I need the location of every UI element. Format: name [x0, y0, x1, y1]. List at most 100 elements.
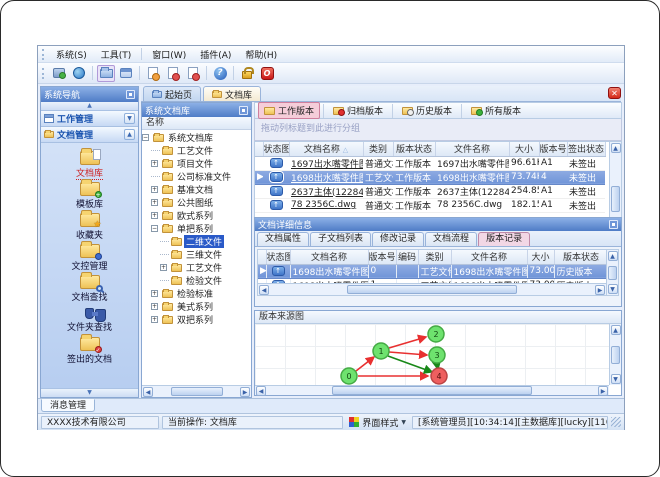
close-tab-icon[interactable]: ✕ [608, 87, 621, 99]
column-header-category[interactable]: 类别 [418, 250, 452, 265]
table-row[interactable]: ↑ 2637主体(12284).dwg 普通文档 工作版本 2637主体(122… [255, 184, 605, 199]
scroll-up-icon[interactable]: ▲ [610, 325, 621, 335]
drag-grip[interactable] [42, 48, 45, 60]
scrollbar-thumb[interactable] [170, 387, 223, 396]
menu-tools[interactable]: 工具(T) [94, 47, 139, 62]
message-manager-tab[interactable]: 消息管理 [41, 399, 96, 412]
scroll-left-icon[interactable]: ◀ [256, 385, 266, 396]
working-version-button[interactable]: 工作版本 [258, 102, 321, 119]
sidebar-item-checked-out-docs[interactable]: ✓ 签出的文档 [45, 334, 135, 366]
chevron-up-icon[interactable]: ▲ [124, 129, 135, 140]
tree-node[interactable]: + 工艺文件 [142, 261, 251, 274]
expand-icon[interactable]: + [151, 186, 158, 193]
scroll-right-icon[interactable]: ▶ [240, 386, 250, 397]
column-header-version-state[interactable]: 版本状态 [554, 250, 609, 265]
tree-column-header[interactable]: 名称 [142, 117, 251, 130]
tree-node[interactable]: − 系统文档库 [142, 131, 251, 144]
globe-icon[interactable] [70, 65, 88, 82]
tree-node[interactable]: + 检验标准 [142, 287, 251, 300]
menu-help[interactable]: 帮助(H) [238, 47, 284, 62]
tab-doc-properties[interactable]: 文档属性 [257, 232, 310, 246]
tab-document-library[interactable]: 文档库 [203, 86, 262, 101]
tree-horizontal-scrollbar[interactable]: ◀ ▶ [142, 385, 251, 397]
collapse-icon[interactable]: − [151, 225, 158, 232]
scrollbar-thumb[interactable] [347, 285, 517, 294]
sidebar-item-doc-search[interactable]: 文档查找 [45, 272, 135, 304]
table-row[interactable]: ↑ 1697出水嘴零件图.dwg 普通文档 工作版本 1697出水嘴零件图.dw… [255, 156, 605, 171]
scroll-down-icon[interactable]: ▼ [610, 374, 621, 384]
expand-icon[interactable]: + [151, 316, 158, 323]
resize-grip[interactable] [611, 417, 621, 427]
folder-open-icon[interactable] [97, 64, 115, 82]
column-header-category[interactable]: 类别 [363, 142, 394, 157]
column-header-status[interactable]: 状态图 [263, 142, 290, 157]
scrollbar-thumb[interactable] [611, 186, 620, 212]
tab-start-page[interactable]: 起始页 [143, 86, 202, 101]
tree-node[interactable]: + 基准文档 [142, 183, 251, 196]
column-header-filename[interactable]: 文件名称 [451, 250, 528, 265]
table-row-selected[interactable]: ▶↑ 1698出水嘴零件图.dwg 工艺文件 工作版本 1698出水嘴零件图.d… [255, 170, 605, 185]
column-header-code[interactable]: 编码 [396, 250, 419, 265]
tree-node[interactable]: + 双把系列 [142, 313, 251, 326]
table-row[interactable]: ↑ 78 2356C.dwg 普通文档 工作版本 78 2356C.dwg 18… [255, 198, 605, 213]
help-icon[interactable]: ? [211, 65, 229, 82]
tree-node[interactable]: − 单把系列 [142, 222, 251, 235]
window-panel-icon[interactable] [117, 65, 135, 82]
scroll-down-icon[interactable]: ▼ [607, 284, 618, 294]
tree-node[interactable]: + 美式系列 [142, 300, 251, 313]
column-header-filename[interactable]: 文件名称 [435, 142, 510, 157]
scroll-left-icon[interactable]: ◀ [143, 386, 153, 397]
column-header-checkout[interactable]: 签出状态 [567, 142, 606, 157]
tab-modify-records[interactable]: 修改记录 [372, 232, 425, 246]
sidebar-group-document[interactable]: 文档管理 ▲ [41, 127, 138, 143]
table-row-selected[interactable]: ▶↑ 1698出水嘴零件图.dwg 0 工艺文件 1698出水嘴零件图.dwg … [258, 264, 609, 279]
tree-node[interactable]: + 项目文件 [142, 157, 251, 170]
lock-icon[interactable] [238, 65, 256, 82]
archived-version-button[interactable]: 归档版本 [327, 102, 389, 119]
doc-report-icon[interactable] [144, 65, 162, 82]
tree-node[interactable]: 工艺文件 [142, 144, 251, 157]
tree-node-selected[interactable]: 二维文件 [142, 235, 251, 248]
column-header-size[interactable]: 大小 [509, 142, 540, 157]
scroll-left-icon[interactable]: ◀ [259, 284, 269, 295]
tab-subdoc-list[interactable]: 子文档列表 [310, 232, 372, 246]
expand-icon[interactable]: + [151, 160, 158, 167]
sidebar-item-folder-search[interactable]: 文件夹查找 [45, 304, 135, 335]
expand-icon[interactable]: + [160, 264, 167, 271]
scroll-up-strip[interactable]: ▲ [41, 102, 138, 111]
scroll-right-icon[interactable]: ▶ [595, 284, 605, 295]
tree-node[interactable]: + 欧式系列 [142, 209, 251, 222]
doc-mail-icon[interactable] [164, 65, 182, 82]
chevron-down-icon[interactable]: ▼ [124, 113, 135, 124]
history-version-button[interactable]: 历史版本 [396, 102, 458, 119]
scrollbar-thumb[interactable] [611, 345, 620, 364]
all-versions-button[interactable]: 所有版本 [465, 102, 527, 119]
group-by-area[interactable]: 拖动列标题到此进行分组 [254, 119, 622, 141]
expand-icon[interactable]: + [151, 290, 158, 297]
scroll-right-icon[interactable]: ▶ [598, 385, 608, 396]
drag-grip[interactable] [42, 67, 45, 79]
detail-table-vertical-scrollbar[interactable]: ▲ ▼ [606, 250, 618, 295]
graph-horizontal-scrollbar[interactable]: ◀ ▶ [255, 385, 609, 396]
sidebar-group-work[interactable]: 工作管理 ▼ [41, 111, 138, 127]
tree-node[interactable]: 三维文件 [142, 248, 251, 261]
tree-node[interactable]: + 公共图纸 [142, 196, 251, 209]
column-header-docname[interactable]: 文档名称 △ [289, 142, 364, 157]
exit-icon[interactable]: O [258, 65, 276, 82]
pin-icon[interactable] [609, 220, 618, 229]
ui-style-button[interactable]: 界面样式 ▼ [346, 416, 409, 429]
sidebar-item-template-library[interactable]: + 模板库 [45, 179, 135, 211]
scroll-up-icon[interactable]: ▲ [610, 143, 621, 153]
tab-version-records[interactable]: 版本记录 [478, 232, 531, 246]
sidebar-item-document-library[interactable]: 文档库 [45, 148, 135, 180]
detail-table-horizontal-scrollbar[interactable]: ◀ ▶ [258, 283, 606, 295]
scroll-up-icon[interactable]: ▲ [607, 251, 618, 261]
expand-icon[interactable]: + [151, 212, 158, 219]
scroll-down-strip[interactable]: ▼ [41, 388, 138, 397]
sidebar-item-favorites[interactable]: ★ 收藏夹 [45, 210, 135, 242]
expand-icon[interactable]: + [151, 199, 158, 206]
column-header-docname[interactable]: 文档名称 [290, 250, 369, 265]
column-header-size[interactable]: 大小 [527, 250, 555, 265]
sidebar-item-doc-control[interactable]: 文控管理 [45, 241, 135, 273]
doc-close-icon[interactable] [184, 65, 202, 82]
